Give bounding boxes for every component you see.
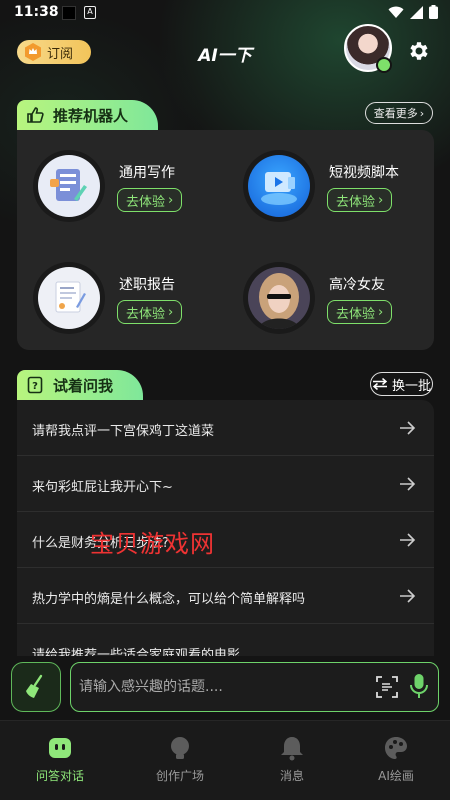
bot-item-cool-girlfriend[interactable]: 高冷女友 去体验 › xyxy=(229,250,429,340)
bot-avatar-frame xyxy=(33,150,105,222)
battery-icon xyxy=(429,5,438,19)
report-icon xyxy=(38,267,100,329)
swap-icon xyxy=(372,378,388,390)
chevron-right-icon: › xyxy=(168,192,174,208)
try-button[interactable]: 去体验 › xyxy=(117,188,183,212)
girlfriend-avatar xyxy=(248,267,310,329)
question-row[interactable]: 请给我推荐一些适合家庭观看的电影 xyxy=(17,624,434,656)
watermark: 宝贝游戏网 xyxy=(90,530,215,558)
try-label: 去体验 xyxy=(126,306,166,322)
recommended-section-tab: 推荐机器人 xyxy=(17,100,159,130)
question-row[interactable]: 来句彩虹屁让我开心下~ xyxy=(17,456,434,512)
bot-item-short-video-script[interactable]: 短视频脚本 去体验 › xyxy=(229,138,429,228)
arrow-right-icon xyxy=(400,533,416,547)
notification-icon xyxy=(62,6,76,20)
arrow-right-icon xyxy=(400,421,416,435)
arrow-right-icon xyxy=(400,589,416,603)
writing-doc-icon xyxy=(38,155,100,217)
lightbulb-icon xyxy=(171,737,189,759)
nav-label: 问答对话 xyxy=(35,769,84,783)
question-row[interactable]: 请帮我点评一下宫保鸡丁这道菜 xyxy=(17,400,434,456)
clear-chat-button[interactable] xyxy=(11,662,61,712)
status-bar: 11:38 A xyxy=(0,0,450,26)
bot-item-work-report[interactable]: 述职报告 去体验 › xyxy=(19,250,219,340)
status-icons xyxy=(388,5,438,19)
try-button[interactable]: 去体验 › xyxy=(117,300,183,324)
app-notification-icon: A xyxy=(84,6,96,19)
refresh-label: 换一批 xyxy=(391,378,431,394)
bell-icon xyxy=(281,737,303,761)
palette-icon xyxy=(385,737,407,759)
try-button[interactable]: 去体验 › xyxy=(327,300,393,324)
try-label: 去体验 xyxy=(336,194,376,210)
video-script-icon xyxy=(248,155,310,217)
thumbs-up-icon xyxy=(27,107,44,123)
broom-icon xyxy=(26,674,43,698)
question-text: 请给我推荐一些适合家庭观看的电影 xyxy=(32,648,241,656)
input-area xyxy=(0,660,450,720)
switch-badge-icon xyxy=(376,57,392,73)
bottom-nav: 问答对话 创作广场 消息 AI绘画 xyxy=(0,720,450,800)
nav-item-chat[interactable]: 问答对话 xyxy=(20,735,100,791)
question-text: 请帮我点评一下宫保鸡丁这道菜 xyxy=(32,424,215,439)
try-asking-section-title: 试着问我 xyxy=(53,376,114,395)
chevron-right-icon: › xyxy=(378,192,384,208)
chevron-right-icon: › xyxy=(168,304,174,320)
try-label: 去体验 xyxy=(336,306,376,322)
bot-item-general-writing[interactable]: 通用写作 去体验 › xyxy=(19,138,219,228)
mic-icon[interactable] xyxy=(408,673,430,699)
question-doc-icon: ? xyxy=(27,376,43,394)
try-asking-section-tab: ? 试着问我 xyxy=(17,370,144,400)
signal-icon xyxy=(410,5,423,19)
nav-item-ai-drawing[interactable]: AI绘画 xyxy=(356,735,436,791)
svg-text:?: ? xyxy=(32,381,38,392)
nav-label: 消息 xyxy=(279,769,304,783)
question-row[interactable]: 什么是财务分析三步法? xyxy=(17,512,434,568)
bot-name: 述职报告 xyxy=(119,277,175,293)
bot-name: 高冷女友 xyxy=(329,277,385,293)
nav-label: 创作广场 xyxy=(155,769,204,783)
chevron-right-icon: › xyxy=(419,106,425,120)
question-list: 请帮我点评一下宫保鸡丁这道菜 来句彩虹屁让我开心下~ 什么是财务分析三步法? 热… xyxy=(17,400,434,656)
arrow-right-icon xyxy=(400,477,416,491)
nav-item-creation[interactable]: 创作广场 xyxy=(140,735,220,791)
gear-icon[interactable] xyxy=(406,39,430,63)
recommended-section-title: 推荐机器人 xyxy=(53,106,129,125)
try-button[interactable]: 去体验 › xyxy=(327,188,393,212)
chevron-right-icon: › xyxy=(378,304,384,320)
nav-item-messages[interactable]: 消息 xyxy=(252,735,332,791)
view-more-label: 查看更多 xyxy=(373,107,418,120)
bot-avatar-frame xyxy=(243,262,315,334)
view-more-button[interactable]: 查看更多 › xyxy=(365,102,433,124)
wifi-icon xyxy=(388,6,404,18)
question-text: 来句彩虹屁让我开心下~ xyxy=(32,480,173,495)
bot-avatar-frame xyxy=(33,262,105,334)
recommended-bots-card: 通用写作 去体验 › 短视频脚本 去体验 › 述职报告 去体验 › 高冷女友 去… xyxy=(17,130,434,350)
bot-name: 短视频脚本 xyxy=(329,165,399,181)
nav-label: AI绘画 xyxy=(378,769,414,783)
bot-name: 通用写作 xyxy=(119,165,175,181)
bot-avatar-frame xyxy=(243,150,315,222)
question-row[interactable]: 热力学中的熵是什么概念，可以给个简单解释吗 xyxy=(17,568,434,624)
try-label: 去体验 xyxy=(126,194,166,210)
status-time: 11:38 xyxy=(14,4,59,20)
chat-bot-icon xyxy=(49,738,71,758)
scan-icon[interactable] xyxy=(376,676,398,698)
refresh-button[interactable]: 换一批 xyxy=(370,372,433,396)
question-text: 热力学中的熵是什么概念，可以给个简单解释吗 xyxy=(32,592,306,607)
